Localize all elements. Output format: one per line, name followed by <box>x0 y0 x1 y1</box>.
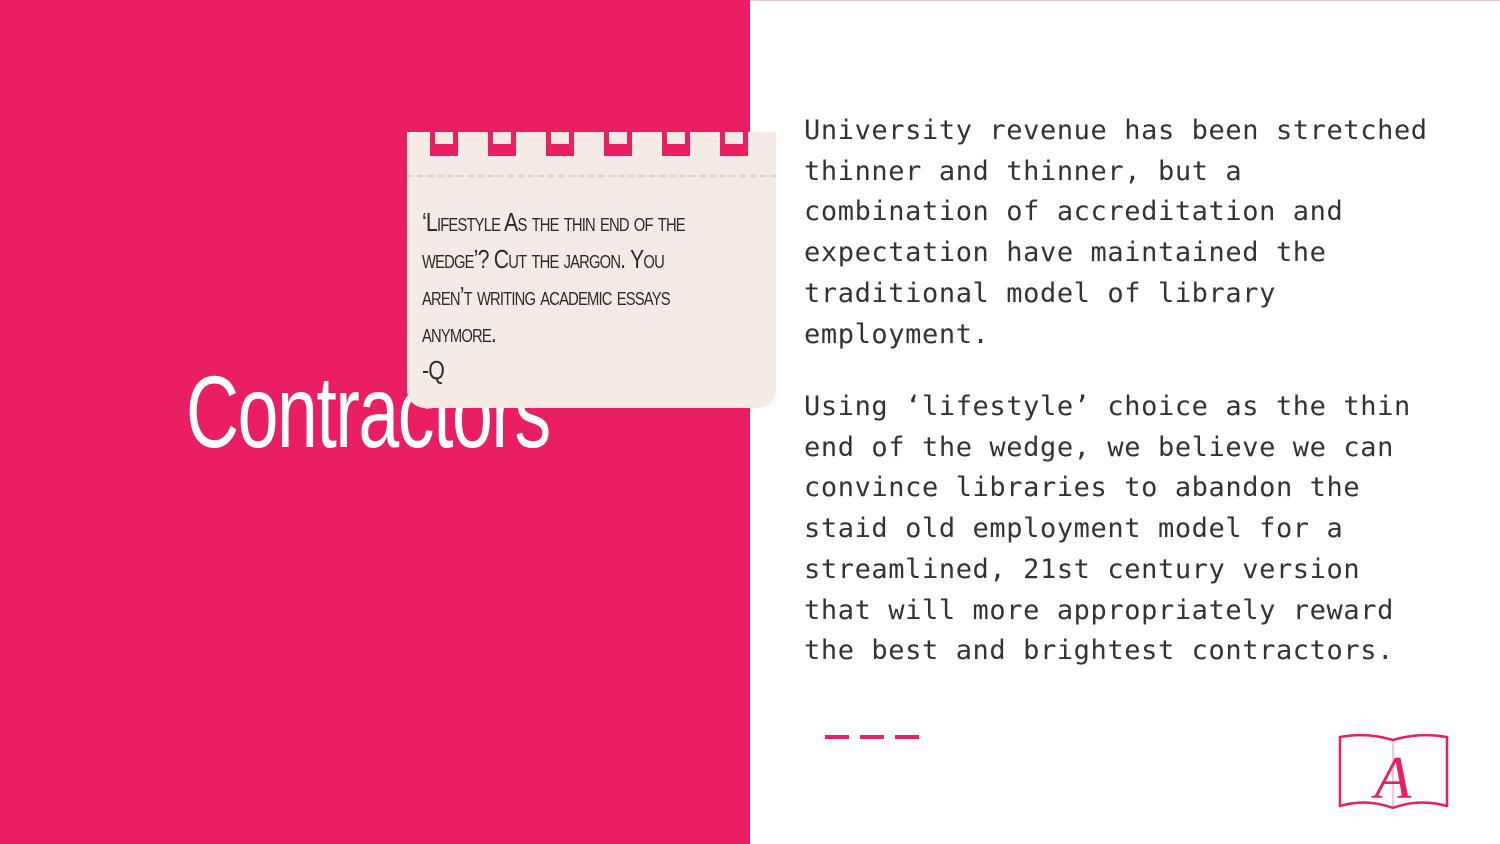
note-tab <box>662 132 690 156</box>
accent-dashes <box>825 735 921 739</box>
open-book-icon: A <box>1338 733 1449 810</box>
body-paragraph-2: Using ‘lifestyle’ choice as the thin end… <box>804 391 1411 667</box>
accent-dash <box>825 735 849 739</box>
note-text: ‘Lifestyle As the thin end of the wedge’… <box>422 207 686 385</box>
body-paragraph-1: University revenue has been stretched th… <box>804 115 1428 350</box>
note-tab <box>720 132 748 156</box>
note-tab <box>546 132 574 156</box>
note-dashed-line <box>407 175 776 177</box>
top-divider <box>750 0 1500 1</box>
note-tab <box>488 132 516 156</box>
sticky-note: ‘Lifestyle As the thin end of the wedge’… <box>407 132 776 408</box>
accent-dash <box>860 735 884 739</box>
note-tab <box>430 132 458 156</box>
accent-dash <box>895 735 919 739</box>
note-tab <box>604 132 632 156</box>
logo-letter: A <box>1371 745 1412 810</box>
